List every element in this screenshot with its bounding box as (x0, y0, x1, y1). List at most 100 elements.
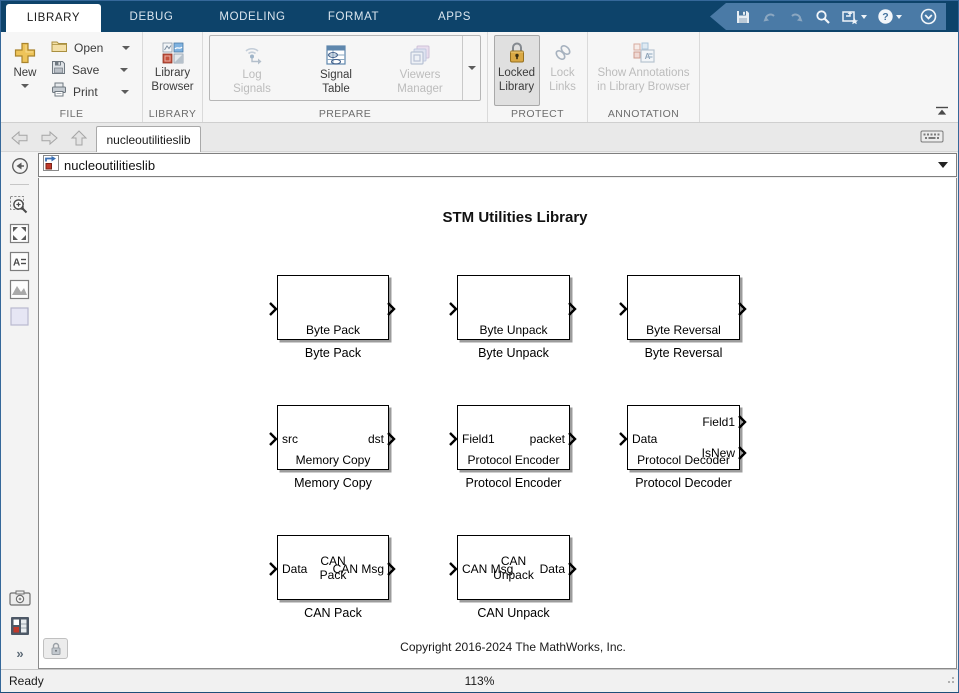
port-label: CAN Msg (333, 561, 384, 577)
output-port[interactable] (567, 301, 577, 317)
signal-table-button[interactable]: Signal Table (294, 36, 378, 100)
prepare-overflow-button[interactable] (462, 36, 480, 100)
chevron-down-icon[interactable] (938, 162, 948, 168)
tab-format[interactable]: FORMAT (303, 1, 404, 32)
input-port[interactable] (268, 301, 278, 317)
help-icon[interactable]: ? (874, 6, 905, 28)
port-label: Data (632, 431, 657, 447)
block-protocol-encoder[interactable]: Protocol EncoderField1packet (457, 405, 570, 470)
chevron-down-icon (468, 66, 476, 70)
chevron-down-icon[interactable] (21, 84, 29, 88)
locked-indicator-badge[interactable] (43, 638, 68, 659)
input-port[interactable] (268, 431, 278, 447)
library-panel-icon[interactable] (8, 614, 31, 637)
address-bar[interactable]: nucleoutilitieslib (38, 153, 957, 177)
input-port[interactable] (448, 301, 458, 317)
document-tab[interactable]: nucleoutilitieslib (96, 126, 201, 152)
area-tool-icon[interactable] (8, 305, 31, 328)
chevron-down-icon[interactable] (120, 68, 128, 72)
quick-access-toolbar: ? (710, 3, 946, 30)
new-button[interactable]: New (5, 35, 45, 106)
output-port[interactable] (737, 414, 747, 430)
block-caption[interactable]: Byte Reversal (645, 346, 723, 360)
port-label: IsNew (702, 445, 735, 461)
port-label: Data (282, 561, 307, 577)
print-button[interactable]: Print (47, 81, 140, 103)
input-port[interactable] (448, 561, 458, 577)
output-port[interactable] (567, 561, 577, 577)
block-caption[interactable]: Protocol Encoder (466, 476, 562, 490)
open-label: Open (74, 41, 112, 55)
input-port[interactable] (448, 431, 458, 447)
library-browser-label: Library (155, 67, 190, 81)
library-canvas[interactable]: STM Utilities Library Byte Pack Byte Pack… (38, 178, 957, 669)
block-caption[interactable]: Memory Copy (294, 476, 372, 490)
block-memory-copy[interactable]: Memory Copysrcdst (277, 405, 389, 470)
open-button[interactable]: Open (47, 37, 140, 59)
chevron-down-icon[interactable] (122, 46, 130, 50)
back-icon[interactable] (9, 128, 29, 147)
output-port[interactable] (737, 301, 747, 317)
block-caption[interactable]: Byte Unpack (478, 346, 549, 360)
output-port[interactable] (386, 301, 396, 317)
new-label: New (13, 67, 36, 81)
lock-icon (507, 39, 527, 67)
input-port[interactable] (268, 561, 278, 577)
locked-library-button[interactable]: Locked Library (494, 35, 540, 106)
add-to-quick-access-icon[interactable] (838, 6, 870, 28)
up-icon[interactable] (69, 128, 89, 147)
library-title: STM Utilities Library (442, 209, 587, 226)
block-inner-label: Memory Copy (278, 453, 388, 467)
resize-grip[interactable] (945, 671, 955, 689)
output-port[interactable] (567, 431, 577, 447)
tab-library[interactable]: LIBRARY (6, 4, 101, 32)
chevron-down-icon[interactable] (861, 15, 867, 19)
tab-debug[interactable]: DEBUG (101, 1, 202, 32)
library-browser-button[interactable]: Library Browser (150, 35, 194, 106)
document-tab-label: nucleoutilitieslib (106, 133, 190, 147)
zoom-select-icon[interactable] (8, 194, 31, 217)
block-protocol-decoder[interactable]: Protocol DecoderDataField1IsNew (627, 405, 740, 470)
keyboard-icon[interactable] (920, 129, 944, 149)
save-button[interactable]: Save (47, 59, 140, 81)
block-byte-pack[interactable]: Byte Pack (277, 275, 389, 340)
block-can-pack[interactable]: CANPackDataCAN Msg (277, 535, 389, 600)
block-can-unpack[interactable]: CANUnpackCAN MsgData (457, 535, 570, 600)
block-caption[interactable]: CAN Unpack (477, 606, 549, 620)
input-port[interactable] (618, 431, 628, 447)
address-path[interactable]: nucleoutilitieslib (64, 158, 938, 173)
input-port[interactable] (618, 301, 628, 317)
section-label-protect: PROTECT (488, 108, 587, 120)
lock-icon (50, 642, 62, 656)
tab-modeling[interactable]: MODELING (202, 1, 303, 32)
undo-icon[interactable] (758, 6, 781, 28)
camera-icon[interactable] (8, 586, 31, 609)
block-caption[interactable]: Byte Pack (305, 346, 361, 360)
chevron-down-icon[interactable] (121, 90, 129, 94)
svg-text:?: ? (882, 11, 888, 23)
show-annotations-button: A Show Annotations in Library Browser (590, 35, 698, 106)
search-icon[interactable] (812, 6, 834, 28)
output-port[interactable] (386, 431, 396, 447)
redo-icon[interactable] (785, 6, 808, 28)
block-caption[interactable]: Protocol Decoder (635, 476, 732, 490)
block-byte-reversal[interactable]: Byte Reversal (627, 275, 740, 340)
forward-icon[interactable] (39, 128, 59, 147)
toolstrip-tab-bar: LIBRARY DEBUG MODELING FORMAT APPS ? (1, 1, 958, 32)
tab-apps[interactable]: APPS (404, 1, 505, 32)
collapse-ribbon-icon[interactable] (934, 105, 950, 117)
expand-palette-icon[interactable]: » (8, 642, 31, 665)
block-caption[interactable]: CAN Pack (304, 606, 362, 620)
image-tool-icon[interactable] (8, 278, 31, 301)
output-port[interactable] (737, 445, 747, 461)
library-browser-icon (162, 39, 184, 67)
block-inner-label: Protocol Encoder (458, 453, 569, 467)
hide-explorer-icon[interactable] (8, 154, 31, 177)
save-icon[interactable] (732, 6, 754, 28)
annotation-tool-icon[interactable]: A (8, 250, 31, 273)
chevron-down-icon[interactable] (896, 15, 902, 19)
output-port[interactable] (386, 561, 396, 577)
block-byte-unpack[interactable]: Byte Unpack (457, 275, 570, 340)
minimize-toolstrip-icon[interactable] (917, 6, 940, 28)
fit-to-view-icon[interactable] (8, 222, 31, 245)
